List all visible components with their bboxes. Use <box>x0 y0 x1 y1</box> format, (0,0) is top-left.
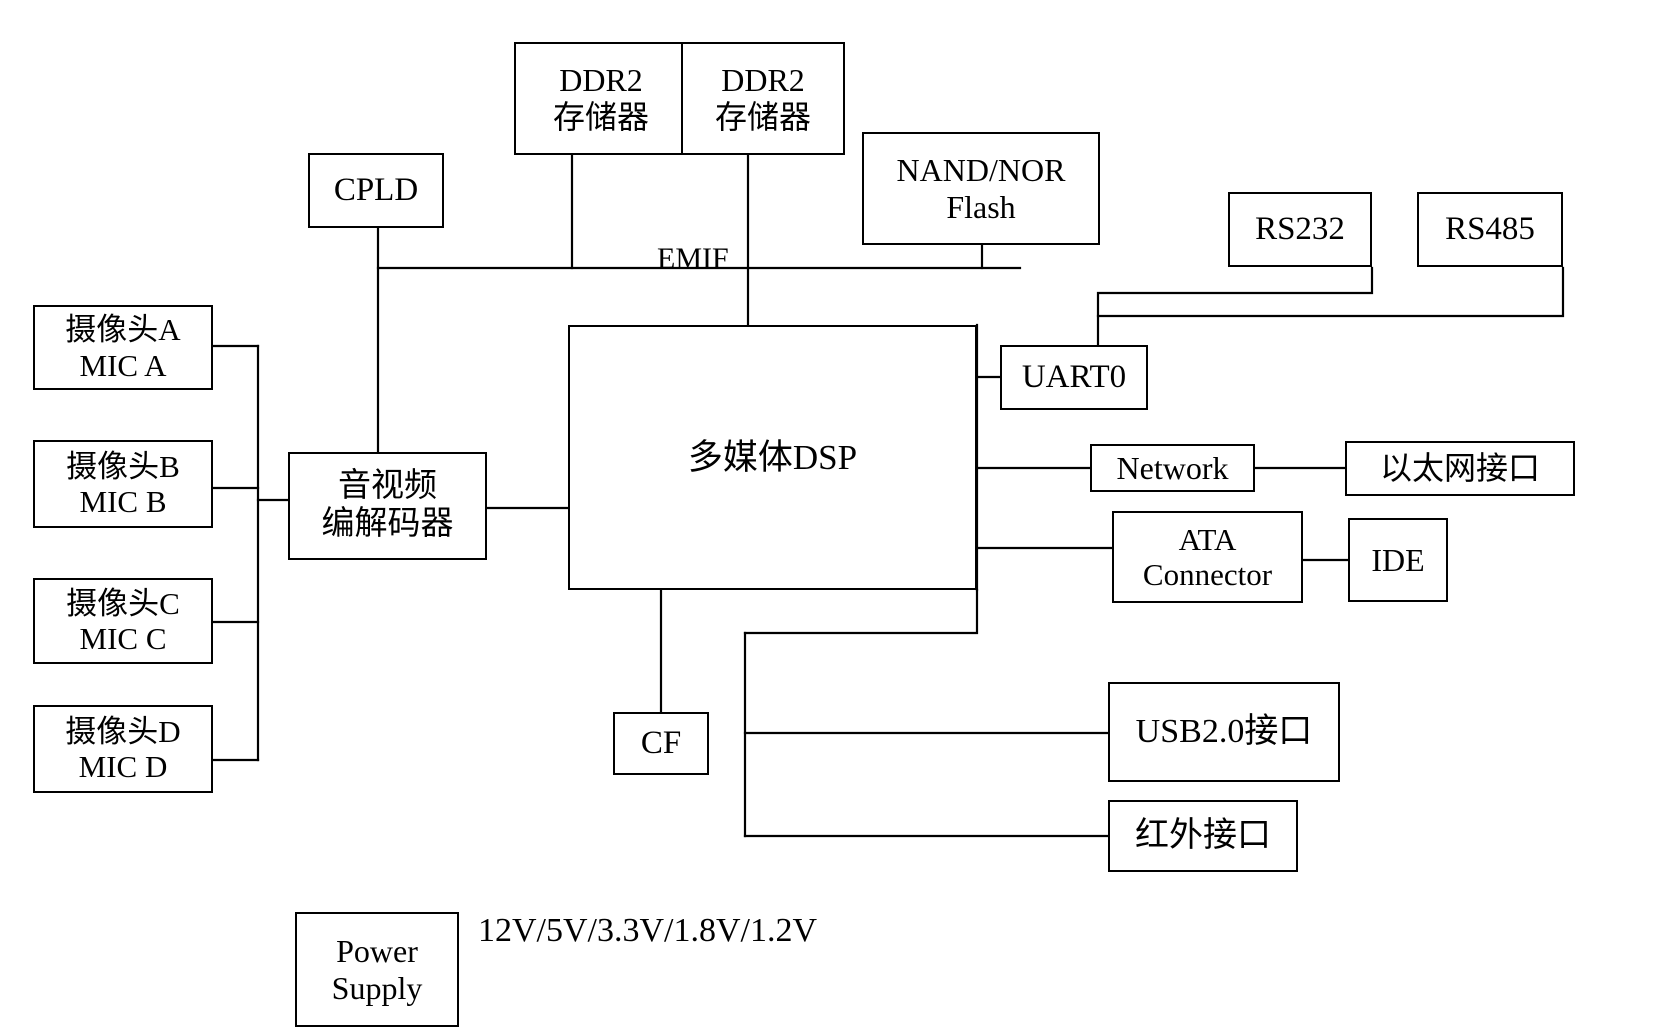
node-label-line1: 摄像头B <box>66 448 180 484</box>
node-label-line1: Network <box>1116 449 1229 486</box>
label-emif-bus: EMIF <box>657 242 729 275</box>
node-ethernet-interface[interactable]: 以太网接口 <box>1345 441 1575 496</box>
node-av-codec[interactable]: 音视频 编解码器 <box>288 452 487 560</box>
node-usb2-interface[interactable]: USB2.0接口 <box>1108 682 1340 782</box>
node-cpld[interactable]: CPLD <box>308 153 444 228</box>
node-network[interactable]: Network <box>1090 444 1255 492</box>
node-label-line1: 音视频 <box>338 468 437 505</box>
node-label-line1: USB2.0接口 <box>1135 712 1313 750</box>
node-camera-a[interactable]: 摄像头A MIC A <box>33 305 213 390</box>
node-label-line1: CF <box>640 724 682 761</box>
node-ata-connector[interactable]: ATA Connector <box>1112 511 1303 603</box>
node-label-line2: Supply <box>331 969 423 1006</box>
node-label-line2: MIC A <box>79 347 167 383</box>
node-label-line1: 多媒体DSP <box>687 437 858 477</box>
node-label-line2: 编解码器 <box>321 506 454 542</box>
label-power-voltages: 12V/5V/3.3V/1.8V/1.2V <box>478 912 818 949</box>
node-label-line1: IDE <box>1371 541 1425 578</box>
node-cf-card[interactable]: CF <box>613 712 709 775</box>
node-label-line1: 红外接口 <box>1135 816 1271 854</box>
node-label-line1: NAND/NOR <box>896 152 1066 189</box>
node-label-line2: MIC D <box>78 749 168 784</box>
wire-rs232-to-uart <box>1096 266 1374 347</box>
node-label-line1: 摄像头D <box>65 713 181 749</box>
node-label-line1: DDR2 <box>559 62 643 99</box>
block-diagram-canvas: DDR2 存储器 DDR2 存储器 NAND/NOR Flash CPLD RS… <box>0 0 1657 1031</box>
node-label-line1: 摄像头A <box>65 312 181 348</box>
node-multimedia-dsp[interactable]: 多媒体DSP <box>568 325 977 590</box>
node-label-line1: 以太网接口 <box>1379 450 1540 487</box>
node-ddr2-memory-a[interactable]: DDR2 存储器 <box>514 42 688 155</box>
node-camera-b[interactable]: 摄像头B MIC B <box>33 440 213 528</box>
node-uart0[interactable]: UART0 <box>1000 345 1148 410</box>
node-label-line2: MIC B <box>79 484 167 519</box>
node-label-line2: Connector <box>1142 557 1273 592</box>
node-label-line1: RS485 <box>1445 210 1535 247</box>
node-camera-d[interactable]: 摄像头D MIC D <box>33 705 213 793</box>
node-label-line2: 存储器 <box>714 98 811 135</box>
node-rs485[interactable]: RS485 <box>1417 192 1563 267</box>
node-nand-nor-flash[interactable]: NAND/NOR Flash <box>862 132 1100 245</box>
node-camera-c[interactable]: 摄像头C MIC C <box>33 578 213 664</box>
node-label-line1: Power <box>336 933 418 970</box>
node-label-line1: DDR2 <box>721 62 805 99</box>
node-label-line1: UART0 <box>1021 358 1127 395</box>
node-label-line1: CPLD <box>333 171 419 208</box>
node-infrared-interface[interactable]: 红外接口 <box>1108 800 1298 872</box>
node-label-line1: ATA <box>1178 521 1237 557</box>
node-label-line2: MIC C <box>79 621 167 656</box>
node-ddr2-memory-b[interactable]: DDR2 存储器 <box>681 42 845 155</box>
node-ide[interactable]: IDE <box>1348 518 1448 602</box>
node-power-supply[interactable]: Power Supply <box>295 912 459 1027</box>
wire-dsp-bottom-step <box>743 588 979 635</box>
node-label-line1: RS232 <box>1255 210 1345 247</box>
node-label-line2: Flash <box>946 188 1016 225</box>
node-label-line1: 摄像头C <box>66 585 180 621</box>
node-label-line2: 存储器 <box>552 98 649 135</box>
node-rs232[interactable]: RS232 <box>1228 192 1372 267</box>
